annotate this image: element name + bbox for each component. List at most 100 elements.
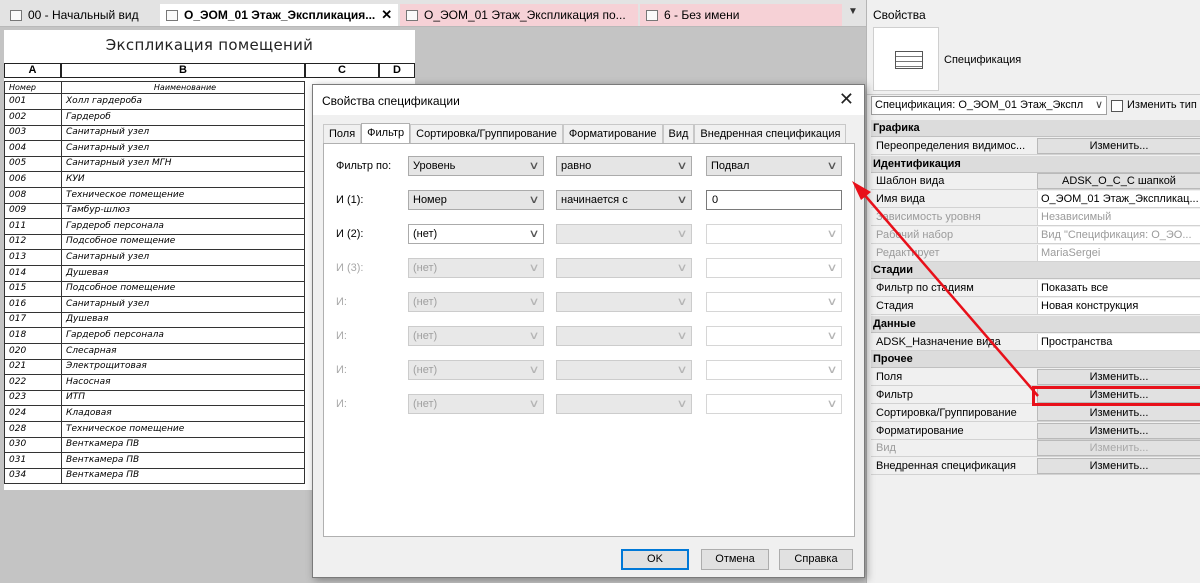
property-name: Фильтр по стадиям xyxy=(876,282,974,295)
schedule-type-icon xyxy=(895,51,923,69)
filter-field-value: (нет) xyxy=(413,398,438,410)
property-name: Зависимость уровня xyxy=(876,211,981,223)
property-value[interactable]: Показать все xyxy=(1037,280,1200,297)
filter-operator-select[interactable]: начинается с ∨ xyxy=(556,190,692,210)
property-row: Стадия Новая конструкция xyxy=(871,298,1200,315)
close-icon[interactable]: ✕ xyxy=(839,89,854,109)
property-row: Рабочий набор Вид "Спецификация: О_ЭО... xyxy=(871,226,1200,244)
tab-start-view[interactable]: 00 - Начальный вид xyxy=(4,4,154,26)
filter-operator-select[interactable]: равно ∨ xyxy=(556,156,692,176)
room-name-cell: КУИ xyxy=(61,172,305,188)
chevron-down-icon: ∨ xyxy=(528,398,540,410)
room-number-cell: 012 xyxy=(4,234,61,251)
filter-field-select[interactable]: Уровень ∨ xyxy=(408,156,544,176)
property-edit-button[interactable]: Изменить... xyxy=(1037,422,1200,439)
filter-value-select: ∨ xyxy=(706,394,842,414)
chevron-down-icon: ∨ xyxy=(528,228,540,240)
room-name-cell: Санитарный узел xyxy=(61,140,305,157)
ok-button[interactable]: OK xyxy=(621,549,689,570)
property-row: Переопределения видимос... Изменить... xyxy=(871,137,1200,155)
property-name: Имя вида xyxy=(876,193,926,206)
room-name-cell: Санитарный узел xyxy=(61,125,305,142)
property-edit-button[interactable]: Изменить... xyxy=(1037,458,1200,475)
property-name: Вид xyxy=(876,442,896,455)
property-edit-button[interactable]: Изменить... xyxy=(1037,137,1200,154)
property-value[interactable]: Пространства xyxy=(1037,333,1200,350)
room-number-cell: 011 xyxy=(4,218,61,235)
schedule-title: Экспликация помещений xyxy=(105,36,314,54)
filter-operator-select: ∨ xyxy=(556,360,692,380)
filter-label: И (3): xyxy=(336,262,364,274)
tab-2[interactable]: Фильтр xyxy=(361,123,411,144)
room-name-cell: Подсобное помещение xyxy=(61,234,305,251)
view-instance-selector[interactable]: Спецификация: О_ЭОМ_01 Этаж_Экспл ∨ xyxy=(871,96,1107,115)
room-number-cell: 003 xyxy=(4,125,61,142)
chevron-down-icon: ∨ xyxy=(826,296,838,308)
highlight-box-filter-edit xyxy=(1032,386,1200,406)
tab-5[interactable]: Вид xyxy=(662,124,695,143)
property-edit-button: Изменить... xyxy=(1037,440,1200,457)
property-row: Зависимость уровня Независимый xyxy=(871,209,1200,226)
filter-field-select[interactable]: (нет) ∨ xyxy=(408,224,544,244)
room-name-cell: Гардероб персонала xyxy=(61,218,305,235)
property-row: ADSK_Назначение вида Пространства xyxy=(871,333,1200,351)
room-name-cell: Техническое помещение xyxy=(61,187,305,204)
filter-value-select[interactable]: Подвал ∨ xyxy=(706,156,842,176)
cancel-button[interactable]: Отмена xyxy=(701,549,769,570)
column-letter-a[interactable]: A xyxy=(4,63,61,78)
property-value[interactable]: Новая конструкция xyxy=(1037,298,1200,314)
property-edit-button[interactable]: ADSK_О_С_С шапкой xyxy=(1037,173,1200,190)
schedule-properties-dialog: Свойства спецификации ✕ Поля Фильтр Сортир… xyxy=(312,84,865,578)
chevron-down-icon: ∨ xyxy=(528,296,540,308)
chevron-down-icon: ∨ xyxy=(826,330,838,342)
property-row: Сортировка/Группирование Изменить... xyxy=(871,404,1200,422)
filter-value-select: ∨ xyxy=(706,258,842,278)
filter-operator-select: ∨ xyxy=(556,394,692,414)
tab-untitled[interactable]: 6 - Без имени xyxy=(640,4,842,26)
tab-label: О_ЭОМ_01 Этаж_Экспликация... xyxy=(184,8,376,22)
room-number-cell: 022 xyxy=(4,374,61,391)
property-name: Стадии xyxy=(873,264,913,277)
edit-type-button[interactable]: Изменить тип xyxy=(1111,96,1200,115)
tab-4[interactable]: Форматирование xyxy=(562,124,663,143)
help-button[interactable]: Справка xyxy=(779,549,853,570)
property-edit-button[interactable]: Изменить... xyxy=(1037,369,1200,386)
column-letter-b[interactable]: B xyxy=(61,63,305,78)
tab-schedule-active[interactable]: О_ЭОМ_01 Этаж_Экспликация... ✕ xyxy=(160,4,398,26)
property-row: Вид Изменить... xyxy=(871,440,1200,458)
tabs-dropdown-icon[interactable]: ▼ xyxy=(848,6,858,17)
filter-field-select[interactable]: Номер ∨ xyxy=(408,190,544,210)
filter-value-select: ∨ xyxy=(706,292,842,312)
tab-label: 6 - Без имени xyxy=(664,8,740,22)
property-name: Данные xyxy=(873,317,916,330)
chevron-down-icon: ∨ xyxy=(676,160,688,172)
chevron-down-icon: ∨ xyxy=(676,228,688,240)
property-edit-button[interactable]: Изменить... xyxy=(1037,404,1200,421)
room-name-cell: Тамбур-шлюз xyxy=(61,203,305,220)
column-letter-d[interactable]: D xyxy=(379,63,415,78)
filter-operator-select: ∨ xyxy=(556,292,692,312)
property-value[interactable]: О_ЭОМ_01 Этаж_Экспликац... xyxy=(1037,191,1200,208)
property-value: Вид "Спецификация: О_ЭО... xyxy=(1037,226,1200,243)
tab-3[interactable]: Сортировка/Группирование xyxy=(410,124,563,143)
room-name-cell: Гардероб персонала xyxy=(61,328,305,344)
chevron-down-icon: ∨ xyxy=(1092,97,1103,114)
room-name-cell: Техническое помещение xyxy=(61,421,305,438)
room-name-cell: Душевая xyxy=(61,265,305,282)
type-preview xyxy=(873,27,939,91)
room-name-cell: Санитарный узел МГН xyxy=(61,156,305,173)
filter-operator-select: ∨ xyxy=(556,326,692,346)
properties-title: Свойства xyxy=(873,8,926,22)
room-number-cell: 020 xyxy=(4,343,61,360)
tab-6[interactable]: Внедренная спецификация xyxy=(694,124,847,143)
tab-1[interactable]: Поля xyxy=(323,124,362,143)
column-letter-c[interactable]: C xyxy=(305,63,379,78)
filter-operator-value: начинается с xyxy=(561,194,628,206)
filter-label: И: xyxy=(336,364,347,376)
tab-schedule-2[interactable]: О_ЭОМ_01 Этаж_Экспликация по... xyxy=(400,4,638,26)
room-name-cell: Гардероб xyxy=(61,109,305,126)
room-name-cell: Санитарный узел xyxy=(61,250,305,266)
filter-value-input[interactable]: 0 xyxy=(706,190,842,210)
close-icon[interactable]: ✕ xyxy=(381,7,392,23)
view-tab-bar: 00 - Начальный вид О_ЭОМ_01 Этаж_Эксплик… xyxy=(0,0,866,27)
